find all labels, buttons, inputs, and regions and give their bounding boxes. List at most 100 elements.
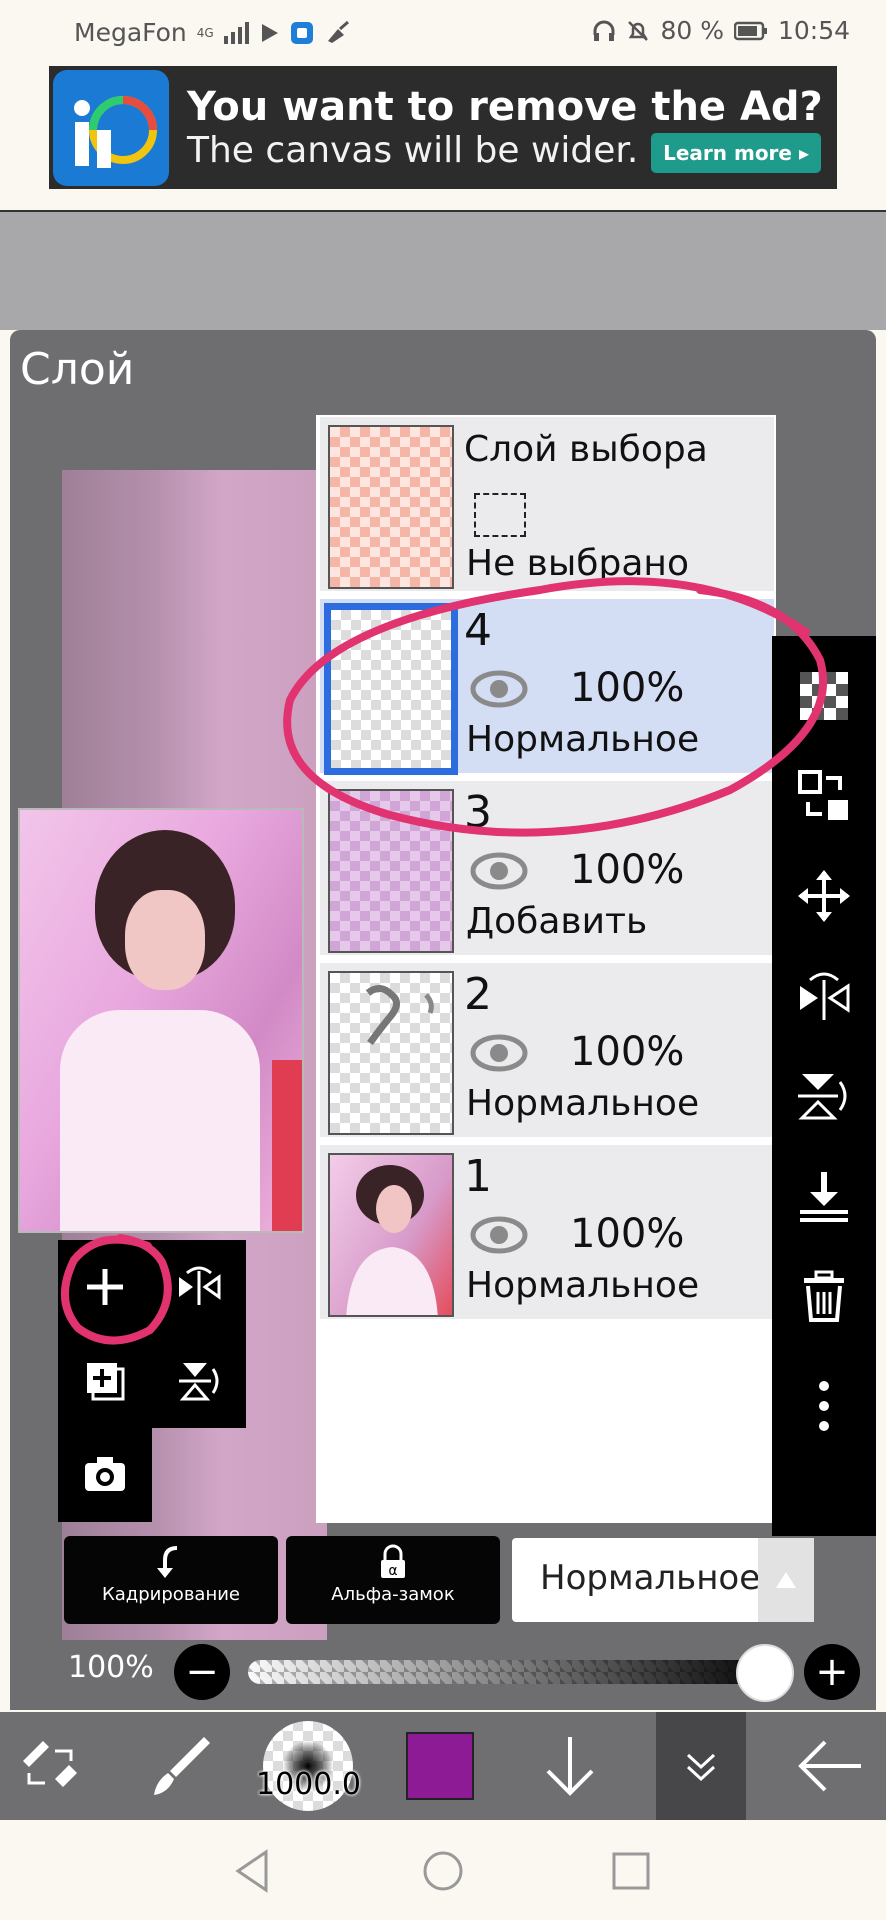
selection-state: Не выбрано: [466, 543, 689, 584]
camera-button[interactable]: [58, 1428, 152, 1522]
ad-banner[interactable]: You want to remove the Ad? The canvas wi…: [49, 66, 837, 189]
layer-swap-button[interactable]: [772, 746, 876, 846]
eye-icon[interactable]: [470, 851, 528, 891]
layer-thumbnail: [328, 425, 454, 589]
checker-icon: [800, 672, 848, 720]
flip-vertical-layer-button[interactable]: [772, 1046, 876, 1146]
move-button[interactable]: [772, 846, 876, 946]
chevron-double-down-icon: [686, 1753, 716, 1782]
learn-more-button[interactable]: Learn more ▸: [651, 133, 821, 173]
selection-layer-title: Слой выбора: [464, 429, 708, 470]
ibis-paint-logo: [53, 69, 169, 186]
opacity-label: 100%: [68, 1650, 154, 1685]
brush-size-button[interactable]: 1000.0: [256, 1712, 361, 1820]
panel-title: Слой: [20, 344, 135, 395]
layer-row-2[interactable]: 2 100% Нормальное: [320, 963, 774, 1141]
clipping-button[interactable]: Кадрирование: [64, 1536, 278, 1624]
blend-mode-value: Нормальное: [540, 1558, 761, 1598]
nav-home-icon[interactable]: [418, 1846, 468, 1896]
eye-icon[interactable]: [470, 669, 528, 709]
plus-icon: [87, 1269, 123, 1305]
collapse-panel-button[interactable]: [656, 1712, 746, 1820]
layer-opacity: 100%: [570, 1211, 685, 1257]
opacity-slider[interactable]: [248, 1660, 780, 1684]
headphones-icon: [593, 20, 615, 41]
layer-panel: Слой Слой выбора Не выбрано 4 100% Норма…: [10, 330, 876, 1710]
flip-horizontal-icon: [179, 1266, 221, 1305]
delete-layer-button[interactable]: [772, 1246, 876, 1346]
layer-down-button[interactable]: [530, 1712, 610, 1820]
opacity-slider-handle[interactable]: [736, 1644, 794, 1702]
layer-blend-mode: Нормальное: [466, 719, 700, 760]
layer-row-1[interactable]: 1 100% Нормальное: [320, 1145, 774, 1323]
android-nav-bar: [0, 1820, 886, 1920]
nav-back-icon[interactable]: [228, 1846, 278, 1896]
more-icon: [819, 1381, 829, 1431]
eye-icon[interactable]: [470, 1033, 528, 1073]
shield-icon: [290, 21, 313, 44]
flip-vertical-icon: [179, 1363, 219, 1401]
canvas-area[interactable]: [0, 210, 886, 330]
layer-number: 2: [464, 969, 492, 1020]
brush-size-label: 1000.0: [256, 1767, 361, 1802]
layer-preview-image: [18, 808, 304, 1233]
flip-horizontal-button[interactable]: [152, 1240, 246, 1334]
layer-opacity: 100%: [570, 665, 685, 711]
signal-icon: [223, 21, 249, 44]
duplicate-icon: [87, 1363, 125, 1401]
clipping-icon: [157, 1546, 178, 1578]
bottom-toolbar: 1000.0: [0, 1712, 886, 1820]
layer-thumbnail: [324, 603, 458, 775]
nav-recents-icon[interactable]: [606, 1846, 656, 1896]
layer-list: Слой выбора Не выбрано 4 100% Нормальное…: [316, 415, 776, 1523]
status-bar: MegaFon 4G 80 % 10:54: [0, 0, 886, 64]
layer-thumbnail: [328, 789, 454, 953]
camera-icon: [85, 1457, 125, 1491]
color-button[interactable]: [400, 1712, 480, 1820]
opacity-plus-button[interactable]: +: [804, 1644, 860, 1700]
add-layer-button[interactable]: [58, 1240, 152, 1334]
flip-vertical-icon: [798, 1074, 847, 1120]
merge-down-icon: [800, 1172, 848, 1222]
svg-text:α: α: [388, 1563, 397, 1579]
more-options-button[interactable]: [772, 1356, 876, 1456]
layer-thumbnail: [328, 971, 454, 1135]
battery-label: 80 %: [660, 16, 724, 45]
ad-title: You want to remove the Ad?: [187, 83, 823, 130]
move-icon: [798, 870, 850, 922]
eye-icon[interactable]: [470, 1215, 528, 1255]
layer-row-3[interactable]: 3 100% Добавить: [320, 781, 774, 959]
alpha-lock-button[interactable]: α Альфа-замок: [286, 1536, 500, 1624]
flip-horizontal-layer-button[interactable]: [772, 946, 876, 1046]
blend-mode-select[interactable]: Нормальное: [512, 1538, 814, 1622]
back-button[interactable]: [790, 1712, 870, 1820]
broom-icon: [327, 20, 349, 43]
arrow-left-icon: [798, 1740, 861, 1792]
layer-opacity: 100%: [570, 1029, 685, 1075]
selection-layer-row[interactable]: Слой выбора Не выбрано: [320, 417, 774, 595]
layer-opacity: 100%: [570, 847, 685, 893]
layer-number: 3: [464, 787, 492, 838]
color-swatch: [406, 1732, 474, 1800]
merge-down-button[interactable]: [772, 1146, 876, 1246]
flip-vertical-button[interactable]: [152, 1334, 246, 1428]
layer-number: 4: [464, 605, 492, 656]
layer-row-4[interactable]: 4 100% Нормальное: [320, 599, 774, 777]
brush-tool-button[interactable]: [136, 1712, 226, 1820]
carrier-label: MegaFon: [74, 18, 187, 47]
layer-blend-mode: Нормальное: [466, 1265, 700, 1306]
selection-marquee-icon: [474, 493, 526, 537]
tool-swap-button[interactable]: [10, 1712, 90, 1820]
brush-icon: [154, 1737, 210, 1795]
dropdown-arrow-icon[interactable]: [758, 1538, 814, 1622]
duplicate-layer-button[interactable]: [58, 1334, 152, 1428]
battery-icon: [733, 21, 767, 40]
transparent-fill-button[interactable]: [772, 646, 876, 746]
alpha-lock-label: Альфа-замок: [331, 1584, 455, 1605]
opacity-minus-button[interactable]: −: [174, 1644, 230, 1700]
pen-eraser-icon: [23, 1741, 77, 1787]
layer-swap-icon: [798, 770, 848, 820]
layer-blend-mode: Нормальное: [466, 1083, 700, 1124]
network-label: 4G: [196, 25, 214, 40]
bell-off-icon: [628, 20, 649, 41]
